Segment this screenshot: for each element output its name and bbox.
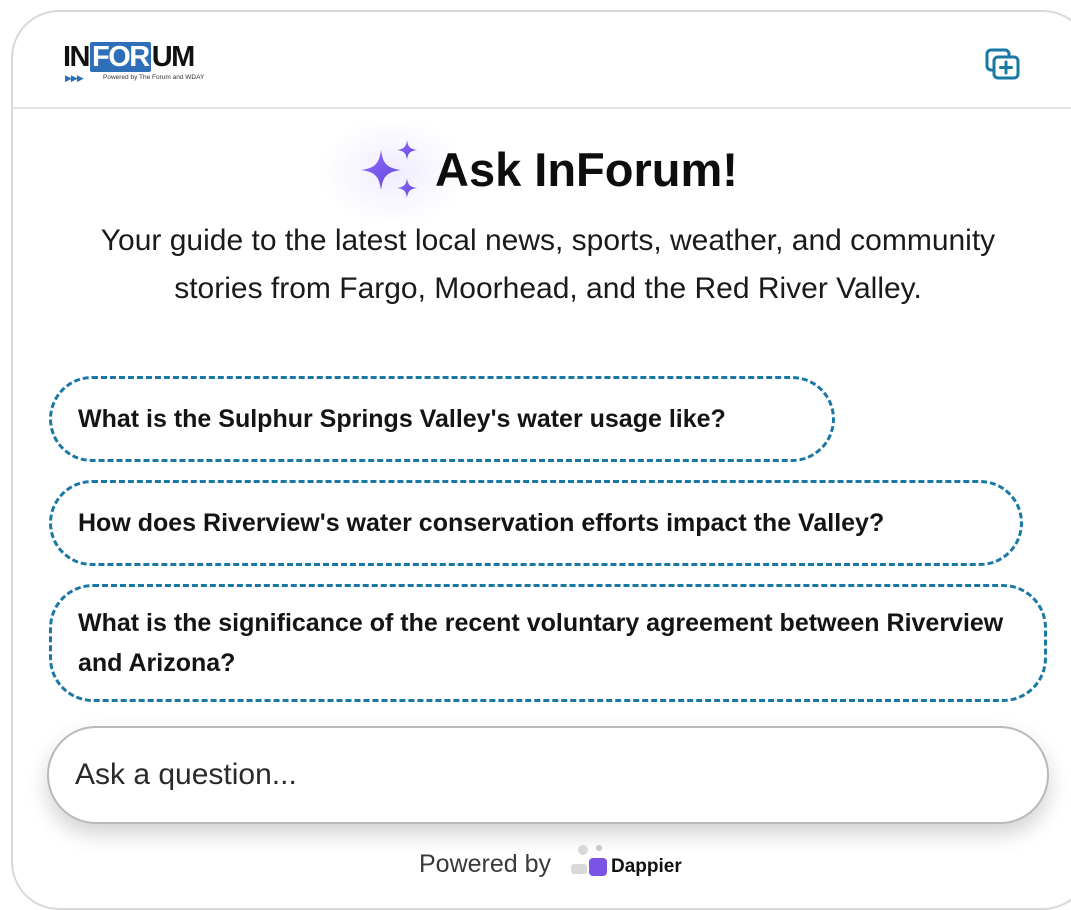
dappier-logo-icon bbox=[571, 845, 607, 876]
sparkles-icon bbox=[361, 140, 417, 198]
suggestion-chip-3[interactable]: What is the significance of the recent v… bbox=[49, 584, 1047, 702]
logo-word-um: UM bbox=[151, 41, 196, 73]
question-input[interactable] bbox=[49, 728, 1047, 822]
powered-by-label: Powered by bbox=[419, 850, 552, 878]
suggestion-chip-1[interactable]: What is the Sulphur Springs Valley's wat… bbox=[49, 376, 835, 462]
new-chat-icon bbox=[985, 48, 1020, 80]
suggestion-chip-2[interactable]: How does Riverview's water conservation … bbox=[49, 480, 1023, 566]
question-input-box[interactable] bbox=[47, 726, 1049, 824]
page-title: Ask InForum! bbox=[435, 143, 738, 196]
logo-word-for: FOR bbox=[90, 41, 151, 73]
logo-arrows: ▶▶▶ bbox=[65, 73, 84, 83]
page-subtitle: Your guide to the latest local news, spo… bbox=[100, 224, 996, 305]
inforum-logo: IN FOR UM ▶▶▶ Powered by The Forum and WDA… bbox=[63, 41, 205, 86]
new-chat-button[interactable] bbox=[983, 46, 1023, 82]
logo-word-in: IN bbox=[63, 41, 91, 73]
dappier-name: Dappier bbox=[611, 856, 682, 877]
logo-tagline: Powered by The Forum and WDAY bbox=[103, 74, 205, 81]
chat-widget: IN FOR UM ▶▶▶ Powered by The Forum and WDA… bbox=[11, 10, 1071, 910]
dappier-brand[interactable]: Dappier bbox=[569, 842, 689, 882]
widget-header: IN FOR UM ▶▶▶ Powered by The Forum and WDA… bbox=[13, 12, 1071, 109]
